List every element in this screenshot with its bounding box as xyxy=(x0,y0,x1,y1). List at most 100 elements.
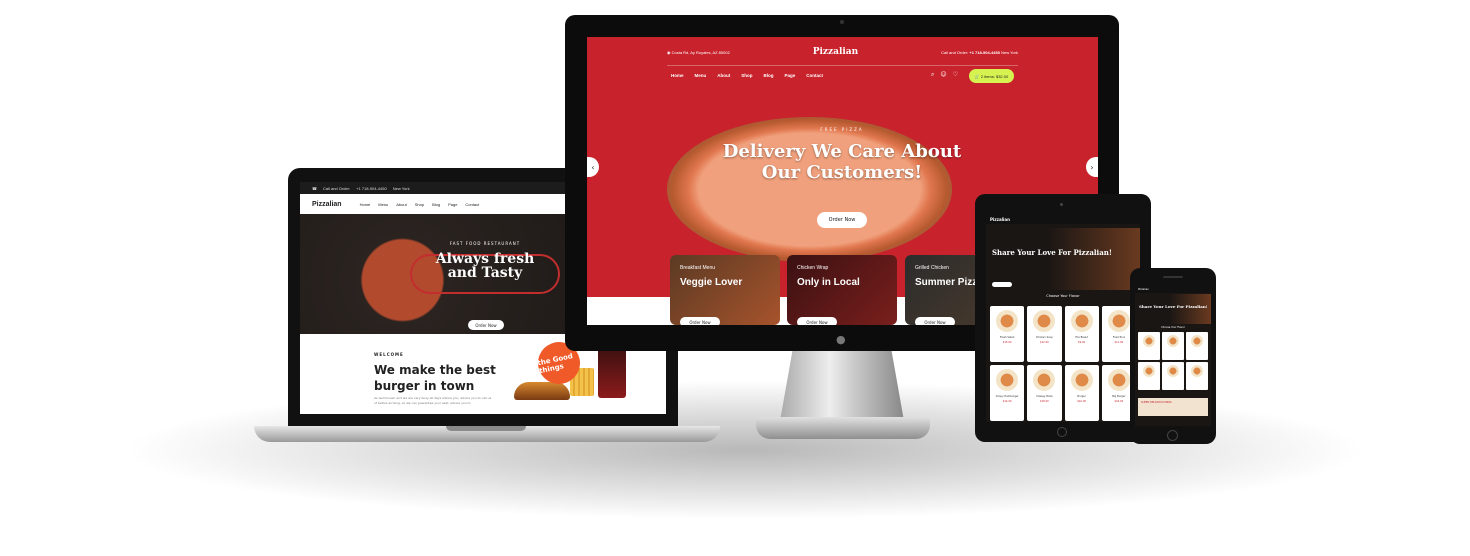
tablet-hero: Share Your Love For Pizzalian! xyxy=(986,228,1140,290)
nav-contact[interactable]: Contact xyxy=(806,73,823,78)
dish-image xyxy=(1167,365,1179,377)
nav-contact[interactable]: Contact xyxy=(465,202,479,207)
dish-image xyxy=(1167,335,1179,347)
menu-item[interactable] xyxy=(1162,362,1184,390)
card-order-button[interactable]: Order Now xyxy=(680,317,720,325)
phone-hero: Share Your Love For Pizzalian! xyxy=(1135,294,1211,324)
nav-blog[interactable]: Blog xyxy=(764,73,774,78)
dish-image xyxy=(1107,310,1130,332)
card-label: Grilled Chicken xyxy=(915,265,949,271)
menu-item[interactable] xyxy=(1138,332,1160,360)
speaker-grille xyxy=(1163,276,1183,278)
nav-menu[interactable]: Menu xyxy=(695,73,707,78)
dish-image xyxy=(1191,365,1203,377)
topbar-phone-label: Call and Order: xyxy=(322,185,351,191)
header-icons: ⌕ ☺ ♡ xyxy=(931,71,958,79)
home-button[interactable] xyxy=(1057,427,1067,437)
menu-item[interactable]: Crispy Hamburger $14.00 xyxy=(990,365,1025,421)
menu-item[interactable] xyxy=(1162,332,1184,360)
nav-shop[interactable]: Shop xyxy=(741,73,752,78)
hero-title: Always fresh and Tasty xyxy=(435,251,535,281)
slider-prev-button[interactable]: ‹ xyxy=(587,157,599,177)
hero-subtitle: FAST FOOD RESTAURANT xyxy=(449,241,521,246)
cart-label: 2 items: $32.00 xyxy=(980,73,1009,79)
hero-button[interactable] xyxy=(992,282,1012,287)
user-icon[interactable]: ☺ xyxy=(940,71,946,79)
order-now-label: Order Now xyxy=(828,217,856,223)
menu-item[interactable] xyxy=(1186,362,1208,390)
camera-icon xyxy=(1060,203,1063,206)
imac-stand xyxy=(780,351,904,421)
address-text: ◉ Costa Rd, Ay Royales, AZ 85002 xyxy=(667,49,730,55)
nav-about[interactable]: About xyxy=(396,202,406,207)
nav-menu[interactable]: Menu xyxy=(378,202,388,207)
category-card[interactable]: Chicken Wrap Only in Local Order Now xyxy=(787,255,897,325)
hero-title: Share Your Love For Pizzalian! xyxy=(992,248,1112,257)
category-card[interactable]: Breakfast Menu Veggie Lover Order Now xyxy=(670,255,780,325)
chevron-left-icon: ‹ xyxy=(591,162,595,172)
nav-page[interactable]: Page xyxy=(448,202,457,207)
nav-shop[interactable]: Shop xyxy=(415,202,424,207)
brand-logo[interactable]: Pizzalian xyxy=(1138,288,1149,291)
nav-blog[interactable]: Blog xyxy=(432,202,440,207)
card-title: Veggie Lover xyxy=(680,277,743,288)
phone-block: Call and Order: +1 718-904-4450 New York xyxy=(941,49,1018,55)
pizza-image xyxy=(667,117,952,262)
dish-image xyxy=(1033,369,1056,391)
brand-logo[interactable]: Pizzalian xyxy=(312,201,342,208)
menu-item[interactable]: Fire Bread $9.00 xyxy=(1064,306,1099,362)
nav-home[interactable]: Home xyxy=(360,202,371,207)
camera-icon xyxy=(840,20,844,24)
header-divider xyxy=(667,65,1018,66)
order-now-button[interactable]: Order Now xyxy=(817,212,867,228)
phone-number[interactable]: +1 718-904-4450 xyxy=(969,50,1000,55)
menu-item[interactable]: Burger $10.00 xyxy=(1064,365,1099,421)
menu-item[interactable] xyxy=(1186,332,1208,360)
card-order-button[interactable]: Order Now xyxy=(797,317,837,325)
promo-banner[interactable]: SUPER DELICIOUS PIZZA xyxy=(1138,398,1208,416)
tablet-screen: Pizzalian Share Your Love For Pizzalian!… xyxy=(986,214,1140,422)
welcome-text: As well known and we are very busy all d… xyxy=(374,396,492,405)
dish-image xyxy=(996,310,1019,332)
menu-grid: Fresh Salad $15.00 Chicken Soup $12.00 Fir… xyxy=(990,306,1136,421)
menu-item[interactable]: Cheesy Pizza $18.00 xyxy=(1027,365,1062,421)
home-button[interactable] xyxy=(1167,430,1178,441)
order-now-button[interactable]: Order Now xyxy=(468,320,504,330)
nav-page[interactable]: Page xyxy=(785,73,796,78)
phone-screen: Pizzalian Share Your Love For Pizzalian!… xyxy=(1135,286,1211,426)
cola-image xyxy=(598,346,626,398)
slider-next-button[interactable]: › xyxy=(1086,157,1098,177)
dish-image xyxy=(1033,310,1056,332)
nav-about[interactable]: About xyxy=(717,73,730,78)
order-now-label: Order Now xyxy=(475,322,497,328)
menu-item[interactable]: Fresh Salad $15.00 xyxy=(990,306,1025,362)
topbar-phone[interactable]: +1 718-904-4450 xyxy=(356,186,387,191)
nav-home[interactable]: Home xyxy=(671,73,684,78)
section-title: Choose Your Flavor xyxy=(1161,326,1185,329)
hero-title: Delivery We Care About Our Customers! xyxy=(722,141,962,183)
imac-foot xyxy=(756,417,930,439)
menu-item[interactable]: Chicken Soup $12.00 xyxy=(1027,306,1062,362)
menu-grid xyxy=(1138,332,1208,390)
dish-image xyxy=(1143,365,1155,377)
dish-image xyxy=(996,369,1019,391)
search-icon[interactable]: ⌕ xyxy=(931,71,934,79)
brand-logo[interactable]: Pizzalian xyxy=(990,217,1010,222)
menu-item[interactable] xyxy=(1138,362,1160,390)
section-title: Choose Your Flavor xyxy=(1046,294,1080,298)
cart-button[interactable]: 🛒 2 items: $32.00 xyxy=(969,69,1014,83)
brand-logo[interactable]: Pizzalian xyxy=(813,47,858,57)
laptop-notch xyxy=(446,426,526,431)
dish-image xyxy=(1191,335,1203,347)
welcome-label: WELCOME xyxy=(374,352,404,357)
wishlist-icon[interactable]: ♡ xyxy=(953,71,958,79)
topbar-city[interactable]: New York xyxy=(393,186,410,191)
apple-logo-icon: ● xyxy=(836,333,846,346)
tablet-navbar: Pizzalian xyxy=(986,214,1140,224)
burger-image xyxy=(514,382,570,400)
dish-image xyxy=(1070,310,1093,332)
imac-navbar: Home Menu About Shop Blog Page Contact xyxy=(671,73,823,78)
hero-title: Share Your Love For Pizzalian! xyxy=(1139,304,1208,309)
card-order-button[interactable]: Order Now xyxy=(915,317,955,325)
city-select[interactable]: New York xyxy=(1001,50,1018,55)
